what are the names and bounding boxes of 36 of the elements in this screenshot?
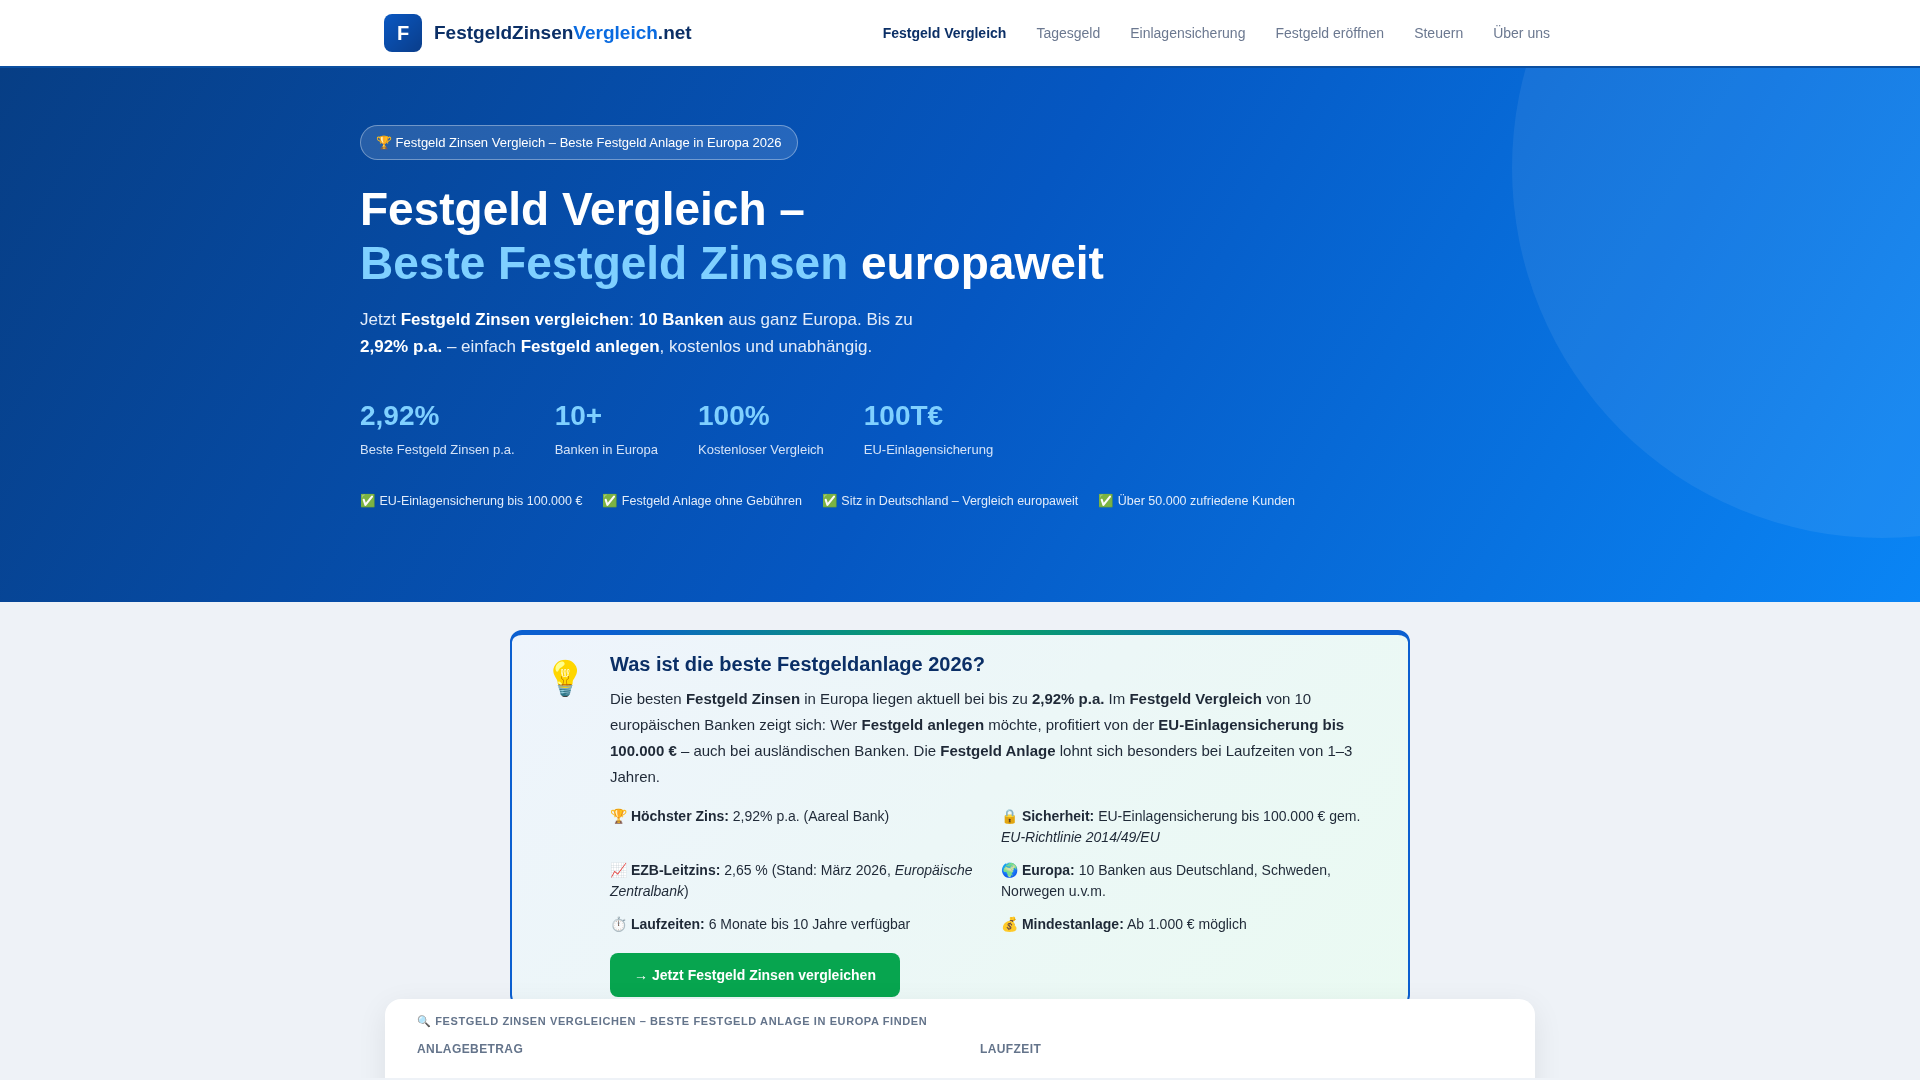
nav-link[interactable]: Einlagensicherung [1130,25,1246,41]
logo-mark[interactable]: F [384,14,422,52]
field-label: ANLAGEBETRAG [417,1042,525,1056]
card-text: Die besten Festgeld Zinsen in Europa liegen aktuell bei bis zu 2,92% p.a. Im Festgeld Vergleich von 10 europäischen Banken zeigt sich: Wer Festgeld anlegen möchte, profitiert von der EU-Einlagensicherung bis 100.000 € – auch bei ausländischen Banken. Die Festgeld Anlage lohnt sich besonders bei Laufzeiten von 1–3 Jahren. [610,689,1354,787]
hero-badge: 🏆 Festgeld Zinsen Vergleich – Beste Festgeld Anlage in Europa 2026 [360,125,798,160]
trust-item: ✅ Festgeld Anlage ohne Gebühren [602,493,802,508]
trust-item: ✅ EU-Einlagensicherung bis 100.000 € [360,493,583,508]
stat-label: Kostenloser Vergleich [698,442,824,457]
fact-item: ⏱ Laufzeiten: 6 Monate bis 10 Jahre verfügbar [610,915,912,934]
hero-subtitle: Jetzt Festgeld Zinsen vergleichen: 10 Banken aus ganz Europa. Bis zu 2,92% p.a. – einfach Festgeld anlegen, kostenlos und unabhängig. [360,309,914,358]
fact-item: 🌍 Europa: 10 Banken aus Deutschland, Schweden, Norwegen u.v.m. [1001,861,1332,901]
stat-value: 100% [698,400,771,432]
panel-title: 🔍 FESTGELD ZINSEN VERGLEICHEN – BESTE FESTGELD ANLAGE IN EUROPA FINDEN [417,1015,929,1028]
stat-label: EU-Einlagensicherung [863,442,994,457]
nav-link[interactable]: Tagesgeld [1036,25,1101,41]
trust-item: ✅ Sitz in Deutschland – Vergleich europaweit [821,493,1079,508]
fact-item: 📈 EZB-Leitzins: 2,65 % (Stand: März 2026, Europäische Zentralbank) [610,861,973,901]
lightbulb-icon: 💡 [544,653,586,997]
trust-item: ✅ Über 50.000 zufriedene Kunden [1098,493,1295,508]
stat-value: 10+ [554,400,604,432]
stat-label: Beste Festgeld Zinsen p.a. [360,442,515,457]
compare-button[interactable]: → Jetzt Festgeld Zinsen vergleichen [610,953,900,997]
nav-link[interactable]: Festgeld eröffnen [1275,25,1385,41]
stat-value: 2,92% [360,400,441,432]
fact-item: 💰 Mindestanlage: Ab 1.000 € möglich [1001,915,1248,934]
hero-title: Festgeld Vergleich – Beste Festgeld Zinsen europaweit [360,182,1105,290]
fact-item: 🔒 Sicherheit: EU-Einlagensicherung bis 100.000 € gem. EU-Richtlinie 2014/49/EU [1001,807,1362,847]
nav-link[interactable]: Festgeld Vergleich [882,25,1007,41]
brand-name[interactable]: FestgeldZinsenVergleich.net [434,22,692,44]
stat-label: Banken in Europa [554,442,658,457]
stat-value: 100T€ [863,400,945,432]
card-title: Was ist die beste Festgeldanlage 2026? [610,653,986,676]
nav-link[interactable]: Steuern [1414,25,1464,41]
field-label: LAUFZEIT [980,1042,1043,1056]
nav-link[interactable]: Über uns [1493,25,1550,41]
fact-item: 🏆 Höchster Zins: 2,92% p.a. (Aareal Bank) [610,807,891,826]
